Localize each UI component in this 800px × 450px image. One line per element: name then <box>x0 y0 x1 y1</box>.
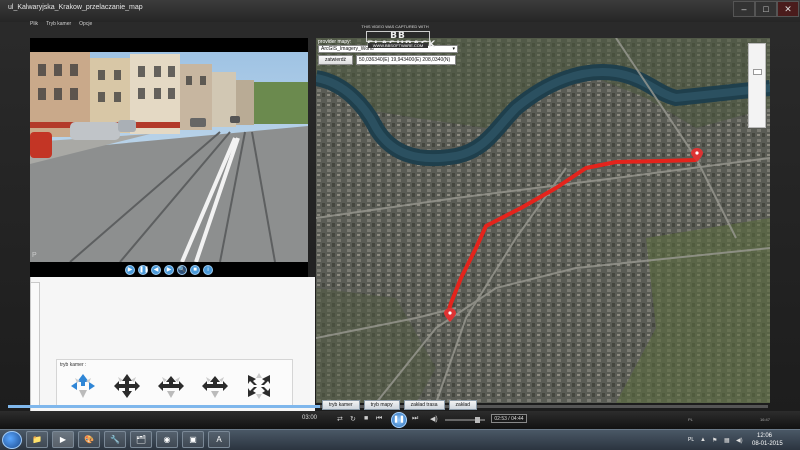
media-player-icon[interactable]: ▶ <box>52 431 74 448</box>
stop-icon[interactable]: ■ <box>364 415 368 422</box>
menu-options[interactable]: Opcje <box>79 21 92 31</box>
camera-mode-1-icon[interactable] <box>69 372 97 400</box>
seek-bar-fill <box>8 405 320 408</box>
minimize-button[interactable]: – <box>733 1 755 17</box>
tab-map-mode[interactable]: tryb mapy <box>363 400 400 410</box>
camera-mode-3-icon[interactable] <box>157 372 185 400</box>
tools-icon[interactable]: 🔧 <box>104 431 126 448</box>
tab-route[interactable]: zakład trasa <box>403 400 445 410</box>
pause-icon[interactable]: ❚❚ <box>138 264 149 275</box>
close-button[interactable]: ✕ <box>777 1 799 17</box>
camera-mode-2-icon[interactable] <box>113 372 141 400</box>
menu-bar: Plik Tryb kamer Opcje <box>30 21 92 31</box>
watermark-logo: BB FLASHBACK <box>366 31 435 50</box>
forward-icon[interactable]: ▶ <box>164 264 174 275</box>
provider-select-value: ArcGIS_Imagery_World <box>321 46 374 52</box>
tray-volume-icon[interactable]: ◀) <box>736 437 743 444</box>
street-view-image <box>30 52 308 262</box>
language-indicator[interactable]: PL <box>688 437 694 443</box>
shuffle-icon[interactable]: ⇄ <box>337 415 343 423</box>
chrome-icon[interactable]: ◉ <box>156 431 178 448</box>
previous-icon[interactable]: ⏮ <box>376 415 382 423</box>
video-panel: P ▶ ❚❚ ◀ ▶ 🔍 ■ i <box>30 38 308 277</box>
menu-camera-mode[interactable]: Tryb kamer <box>46 21 71 31</box>
map-zoom-thumb[interactable] <box>753 69 762 75</box>
title-bar[interactable]: ul_Kalwaryjska_Krakow_przelaczanie_map <box>0 0 800 22</box>
clock-date[interactable]: 08-01-2015 <box>752 441 783 447</box>
play-icon[interactable]: ▶ <box>125 264 135 275</box>
clock-time[interactable]: 12:06 <box>757 433 772 439</box>
camera-mode-4-icon[interactable] <box>201 372 229 400</box>
tray-network-icon[interactable]: ▦ <box>724 437 730 444</box>
watermark-url: WWW.BBSOFTWARE.COM <box>368 43 428 48</box>
media-system-time: 16:47 <box>760 417 771 422</box>
pause-icon[interactable]: ❚❚ <box>391 412 407 428</box>
repeat-icon[interactable]: ↻ <box>350 415 356 423</box>
zoom-icon[interactable]: 🔍 <box>177 264 187 275</box>
mode-tabs: tryb kamer tryb mapy zakład trasa zakład <box>322 400 477 410</box>
pdf-icon[interactable]: A <box>208 431 230 448</box>
paint-icon[interactable]: 🎨 <box>78 431 100 448</box>
chevron-down-icon: ▾ <box>452 46 455 52</box>
approve-button[interactable]: zatwierdź <box>318 55 353 65</box>
volume-slider[interactable] <box>445 417 485 423</box>
window-icon[interactable]: ▣ <box>182 431 204 448</box>
camera-mode-label: tryb kamer : <box>60 362 87 368</box>
left-scrollbar[interactable] <box>30 282 40 407</box>
tab-camera-mode[interactable]: tryb kamer <box>322 400 360 410</box>
tray-flag-icon[interactable]: ⚑ <box>712 437 717 444</box>
tab-other[interactable]: zakład <box>448 400 477 410</box>
maximize-button[interactable]: □ <box>755 1 777 17</box>
camera-mode-5-icon[interactable] <box>245 372 273 400</box>
info-icon[interactable]: i <box>203 264 213 275</box>
rewind-icon[interactable]: ◀ <box>151 264 161 275</box>
menu-file[interactable]: Plik <box>30 21 38 31</box>
coordinates-field[interactable]: 50,036340(E) 19,943400(E) 208,0340(N) <box>356 55 456 65</box>
desktop-screen: ul_Kalwaryjska_Krakow_przelaczanie_map –… <box>0 0 800 450</box>
camera-mode-box: tryb kamer : <box>56 359 293 407</box>
video-controls: ▶ ❚❚ ◀ ▶ 🔍 ■ i <box>30 262 308 277</box>
volume-knob[interactable] <box>475 417 480 423</box>
window-title: ul_Kalwaryjska_Krakow_przelaczanie_map <box>8 4 143 11</box>
stop-icon[interactable]: ■ <box>190 264 200 275</box>
video-corner-letter: P <box>32 252 37 259</box>
watermark-top: THIS VIDEO WAS CAPTURED WITH <box>361 24 429 29</box>
explorer-icon[interactable]: 🗂 <box>130 431 152 448</box>
elapsed-time: 03:00 <box>302 415 318 421</box>
satellite-map[interactable] <box>316 38 770 403</box>
volume-icon[interactable]: ◀) <box>430 415 438 423</box>
folder-icon[interactable]: 📁 <box>26 431 48 448</box>
media-lang: PL <box>688 417 693 422</box>
start-button[interactable] <box>2 431 22 449</box>
time-display: 02:53 / 04:44 <box>491 414 527 423</box>
map-zoom-slider[interactable] <box>748 43 766 128</box>
next-icon[interactable]: ⏭ <box>412 415 418 423</box>
tray-arrow-icon[interactable]: ▲ <box>700 437 706 443</box>
